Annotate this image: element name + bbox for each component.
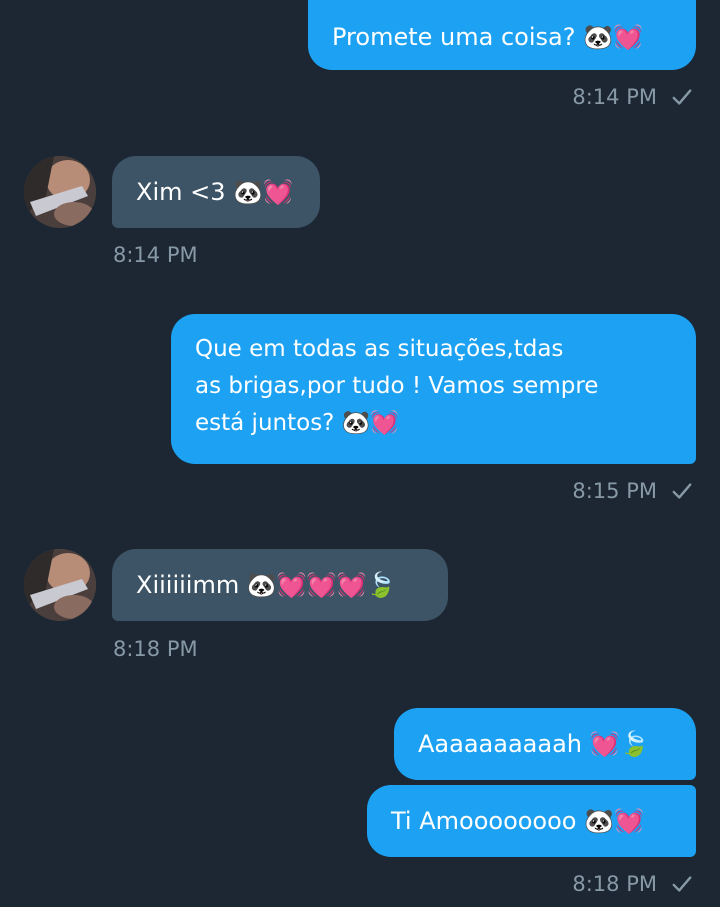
message-bubble-outgoing[interactable]: Aaaaaaaaaah 💓🍃 bbox=[394, 708, 696, 780]
message-text-line: Que em todas as situações,tdas bbox=[195, 336, 564, 362]
message-bubble-outgoing[interactable]: Ti Amoooooooo 🐼💓 bbox=[367, 785, 696, 857]
avatar[interactable] bbox=[24, 156, 96, 228]
message-text: Promete uma coisa? 🐼💓 bbox=[332, 23, 643, 51]
checkmark-icon bbox=[672, 876, 692, 892]
message-text: Aaaaaaaaaah 💓🍃 bbox=[418, 730, 650, 758]
checkmark-icon bbox=[672, 89, 692, 105]
message-meta: 8:15 PM bbox=[572, 479, 693, 503]
checkmark-icon bbox=[672, 483, 692, 499]
message-text: Xiiiiiimm 🐼💓💓💓🍃 bbox=[136, 571, 397, 599]
message-bubble-incoming[interactable]: Xiiiiiimm 🐼💓💓💓🍃 bbox=[112, 549, 448, 621]
message-meta: 8:18 PM bbox=[572, 872, 693, 896]
avatar-image bbox=[24, 156, 96, 228]
message-bubble-outgoing[interactable]: Que em todas as situações,tdas as brigas… bbox=[171, 314, 696, 464]
message-text: Ti Amoooooooo 🐼💓 bbox=[391, 807, 644, 835]
message-meta: 8:14 PM bbox=[113, 243, 198, 267]
message-meta: 8:18 PM bbox=[113, 637, 198, 661]
message-bubble-incoming[interactable]: Xim <3 🐼💓 bbox=[112, 156, 320, 228]
message-timestamp: 8:18 PM bbox=[572, 872, 657, 896]
message-text: Xim <3 🐼💓 bbox=[136, 178, 293, 206]
message-timestamp: 8:14 PM bbox=[572, 85, 657, 109]
avatar-image bbox=[24, 549, 96, 621]
message-timestamp: 8:15 PM bbox=[572, 479, 657, 503]
message-text-line: as brigas,por tudo ! Vamos sempre bbox=[195, 373, 599, 399]
message-text-line: está juntos? 🐼💓 bbox=[195, 410, 399, 436]
message-bubble-outgoing[interactable]: Promete uma coisa? 🐼💓 bbox=[308, 0, 696, 70]
message-timestamp: 8:18 PM bbox=[113, 637, 198, 661]
message-timestamp: 8:14 PM bbox=[113, 243, 198, 267]
avatar[interactable] bbox=[24, 549, 96, 621]
message-meta: 8:14 PM bbox=[572, 85, 693, 109]
